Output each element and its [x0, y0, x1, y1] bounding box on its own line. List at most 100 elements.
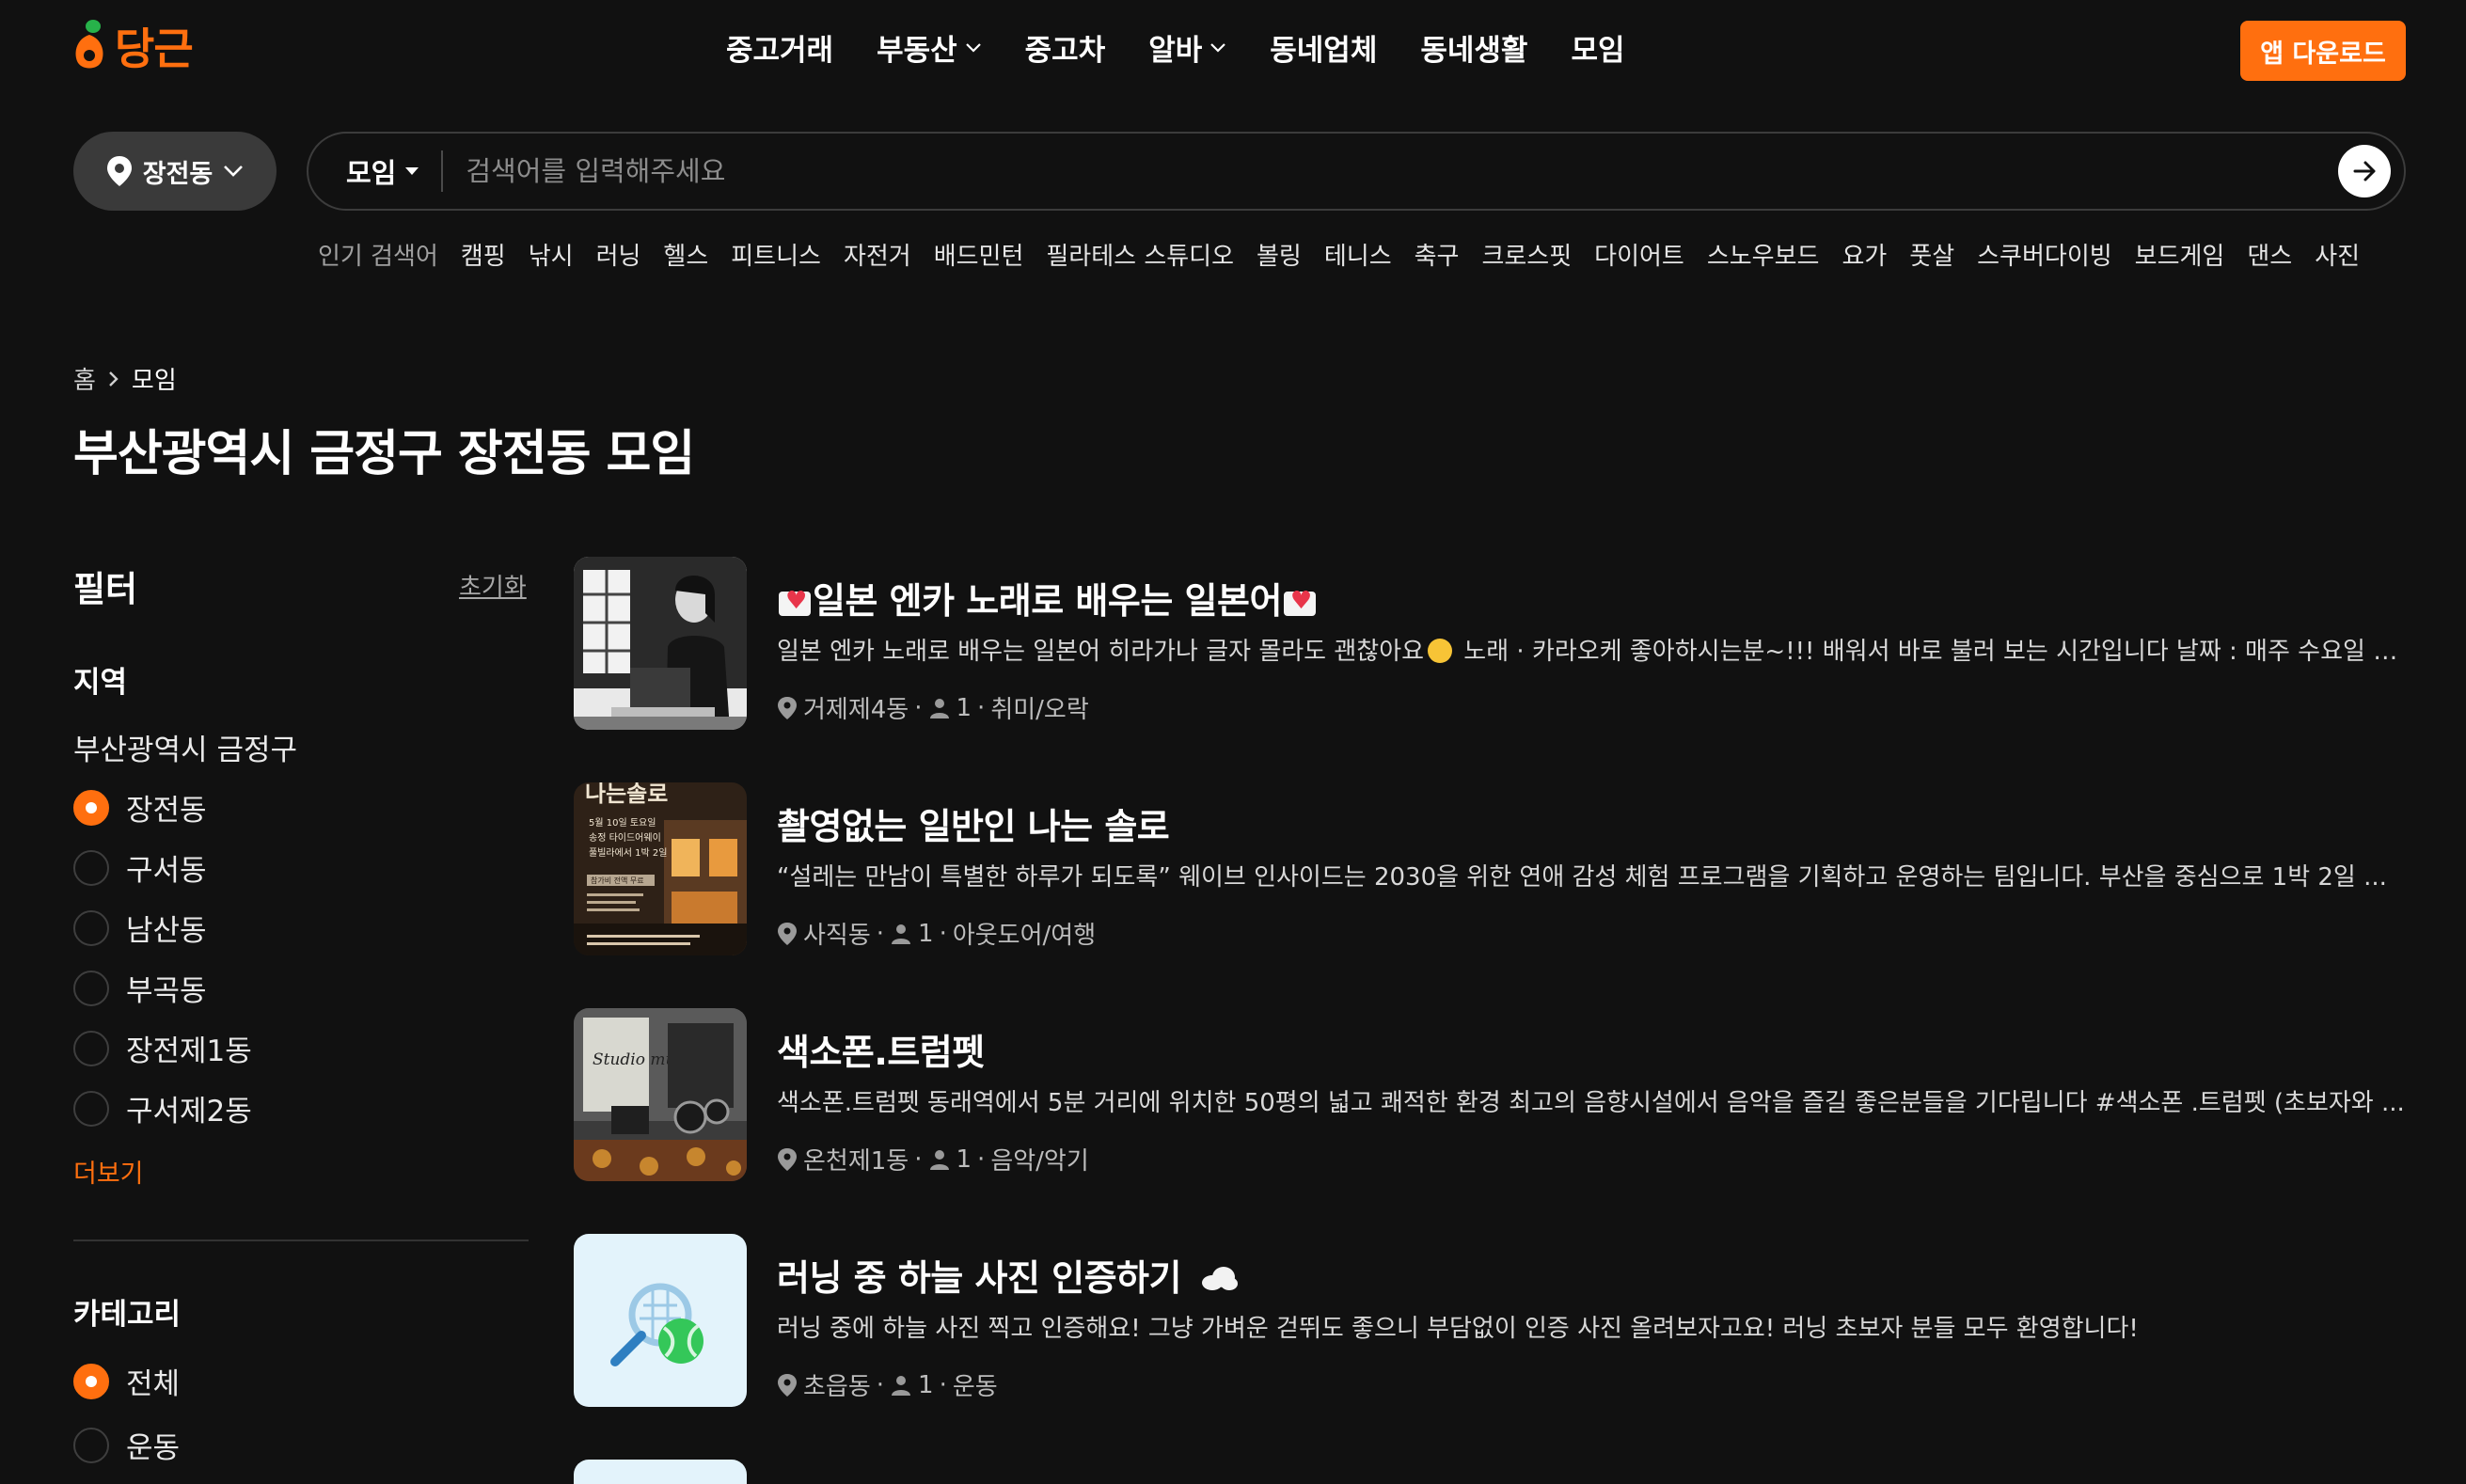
meetup-category: 음악/악기	[990, 1147, 1089, 1176]
meetup-thumbnail-partial[interactable]	[574, 1460, 747, 1484]
region-option-guseo2[interactable]: 구서제2동	[73, 1087, 252, 1129]
meetup-location: 사직동	[803, 922, 871, 950]
popular-keyword[interactable]: 보드게임	[2135, 237, 2225, 272]
popular-keyword[interactable]: 풋살	[1909, 237, 1954, 272]
meetup-card[interactable]: Studio muse 색소폰.트럼펫 색소폰.트럼펫 동래역에서 5분 거리에…	[574, 1008, 2406, 1183]
meetup-location: 초읍동	[803, 1373, 871, 1401]
category-option-label: 전체	[126, 1367, 181, 1401]
search-divider	[441, 150, 444, 192]
search-submit-button[interactable]	[2338, 145, 2391, 197]
region-option-label: 구서제2동	[126, 1095, 252, 1129]
region-option-bugok[interactable]: 부곡동	[73, 967, 207, 1009]
meetup-card[interactable]: 나는솔로 5월 10일 토요일 송정 타이드어웨이 풀빌라에서 1박 2일 참가…	[574, 782, 2406, 957]
nav-local-life[interactable]: 동네생활	[1420, 26, 1527, 69]
meetup-description-text: 일본 엔카 노래로 배우는 일본어 히라가나 글자 몰라도 괜찮아요	[777, 638, 1425, 666]
popular-keyword[interactable]: 스쿠버다이빙	[1977, 237, 2112, 272]
popular-keyword[interactable]: 요가	[1842, 237, 1887, 272]
sports-category-icon	[574, 1234, 747, 1407]
meetup-card[interactable]: 일본 엔카 노래로 배우는 일본어 일본 엔카 노래로 배우는 일본어 히라가나…	[574, 557, 2406, 732]
meetup-meta: 거제제4동 · 1 · 취미/오락	[777, 690, 1089, 725]
filter-divider	[73, 1239, 529, 1241]
meetup-member-count: 1	[918, 919, 934, 948]
nav-label: 중고차	[1024, 34, 1106, 68]
filter-reset-link[interactable]: 초기화	[459, 568, 527, 603]
poster-line: 5월 10일 토요일	[589, 817, 656, 829]
poster-line: 풀빌라에서 1박 2일	[589, 847, 667, 859]
chevron-right-icon	[109, 371, 119, 387]
popular-keyword[interactable]: 러닝	[596, 237, 641, 272]
chevron-down-icon	[1210, 42, 1226, 53]
region-option-label: 남산동	[126, 914, 207, 948]
popular-keyword[interactable]: 피트니스	[731, 237, 821, 272]
meta-separator: ·	[914, 693, 923, 722]
meetup-thumbnail	[574, 1234, 747, 1407]
meetup-title: 촬영없는 일반인 나는 솔로	[777, 806, 1170, 847]
popular-keywords-label: 인기 검색어	[318, 243, 438, 271]
meetup-location: 거제제4동	[803, 696, 909, 724]
main-nav: 중고거래 부동산 중고차 알바 동네업체 동네생활 모임	[726, 26, 1625, 69]
popular-keyword[interactable]: 자전거	[844, 237, 911, 272]
meetup-thumbnail: Studio muse	[574, 1008, 747, 1181]
filter-title: 필터	[73, 569, 138, 609]
popular-keyword[interactable]: 사진	[2315, 237, 2360, 272]
radio-unselected	[73, 1427, 109, 1463]
popular-keyword[interactable]: 다이어트	[1594, 237, 1684, 272]
popular-keyword[interactable]: 스노우보드	[1707, 237, 1820, 272]
meetup-card[interactable]: 러닝 중 하늘 사진 인증하기 러닝 중에 하늘 사진 찍고 인증해요! 그냥 …	[574, 1234, 2406, 1409]
region-option-guseo[interactable]: 구서동	[73, 846, 207, 889]
popular-keyword[interactable]: 헬스	[663, 237, 708, 272]
category-option-sports[interactable]: 운동	[73, 1424, 180, 1466]
category-option-label: 운동	[126, 1431, 181, 1465]
person-icon	[892, 924, 911, 944]
nav-real-estate[interactable]: 부동산	[877, 26, 982, 69]
popular-keyword[interactable]: 테니스	[1324, 237, 1392, 272]
meetup-description: 색소폰.트럼펫 동래역에서 5분 거리에 위치한 50평의 넓고 쾌적한 환경 …	[777, 1089, 2405, 1117]
region-option-jangjeon1[interactable]: 장전제1동	[73, 1027, 252, 1069]
popular-keyword[interactable]: 배드민턴	[934, 237, 1024, 272]
popular-keyword[interactable]: 댄스	[2247, 237, 2292, 272]
region-option-label: 부곡동	[126, 974, 207, 1008]
daangn-logo[interactable]: 당근	[71, 15, 194, 77]
app-download-button[interactable]: 앱 다운로드	[2240, 21, 2406, 81]
location-selector[interactable]: 장전동	[73, 132, 277, 211]
meetup-category: 취미/오락	[990, 696, 1089, 724]
nav-used-trade[interactable]: 중고거래	[726, 26, 833, 69]
popular-keyword[interactable]: 캠핑	[461, 237, 506, 272]
popular-keyword[interactable]: 축구	[1415, 237, 1460, 272]
nav-local-business[interactable]: 동네업체	[1270, 26, 1377, 69]
search-category-label: 모임	[346, 157, 397, 189]
nav-meetups[interactable]: 모임	[1571, 26, 1624, 69]
category-option-all[interactable]: 전체	[73, 1360, 180, 1402]
search-category-select[interactable]: 모임	[346, 151, 419, 191]
location-pin-icon	[778, 922, 797, 945]
chevron-down-icon	[965, 42, 981, 53]
meta-separator: ·	[939, 919, 947, 948]
region-option-namsan[interactable]: 남산동	[73, 907, 207, 949]
meetup-meta: 초읍동 · 1 · 운동	[777, 1367, 998, 1402]
meta-separator: ·	[939, 1370, 947, 1399]
meta-separator: ·	[977, 1145, 986, 1174]
meta-separator: ·	[977, 693, 986, 722]
location-pin-icon	[778, 696, 797, 719]
breadcrumb-current[interactable]: 모임	[132, 361, 177, 396]
meetup-category: 운동	[952, 1373, 998, 1401]
meetup-title: 러닝 중 하늘 사진 인증하기	[777, 1249, 1239, 1301]
popular-keyword[interactable]: 크로스핏	[1481, 237, 1572, 272]
brand-name: 당근	[115, 24, 194, 74]
poster-heading: 나는솔로	[585, 782, 668, 807]
radio-unselected	[73, 1090, 109, 1127]
nav-part-time[interactable]: 알바	[1148, 26, 1226, 69]
location-pin-icon	[778, 1373, 797, 1397]
breadcrumb-home[interactable]: 홈	[73, 361, 96, 396]
popular-keyword[interactable]: 필라테스 스튜디오	[1046, 237, 1234, 272]
region-more-link[interactable]: 더보기	[73, 1153, 144, 1190]
search-input[interactable]	[464, 154, 2338, 188]
poster-line: 송정 타이드어웨이	[589, 832, 661, 844]
region-option-jangjeon[interactable]: 장전동	[73, 786, 207, 829]
meetup-title: 색소폰.트럼펫	[777, 1032, 985, 1073]
nav-used-car[interactable]: 중고차	[1025, 26, 1106, 69]
person-icon	[892, 1375, 911, 1396]
popular-keyword[interactable]: 볼링	[1257, 237, 1302, 272]
meta-separator: ·	[876, 1370, 885, 1399]
popular-keyword[interactable]: 낚시	[529, 237, 574, 272]
